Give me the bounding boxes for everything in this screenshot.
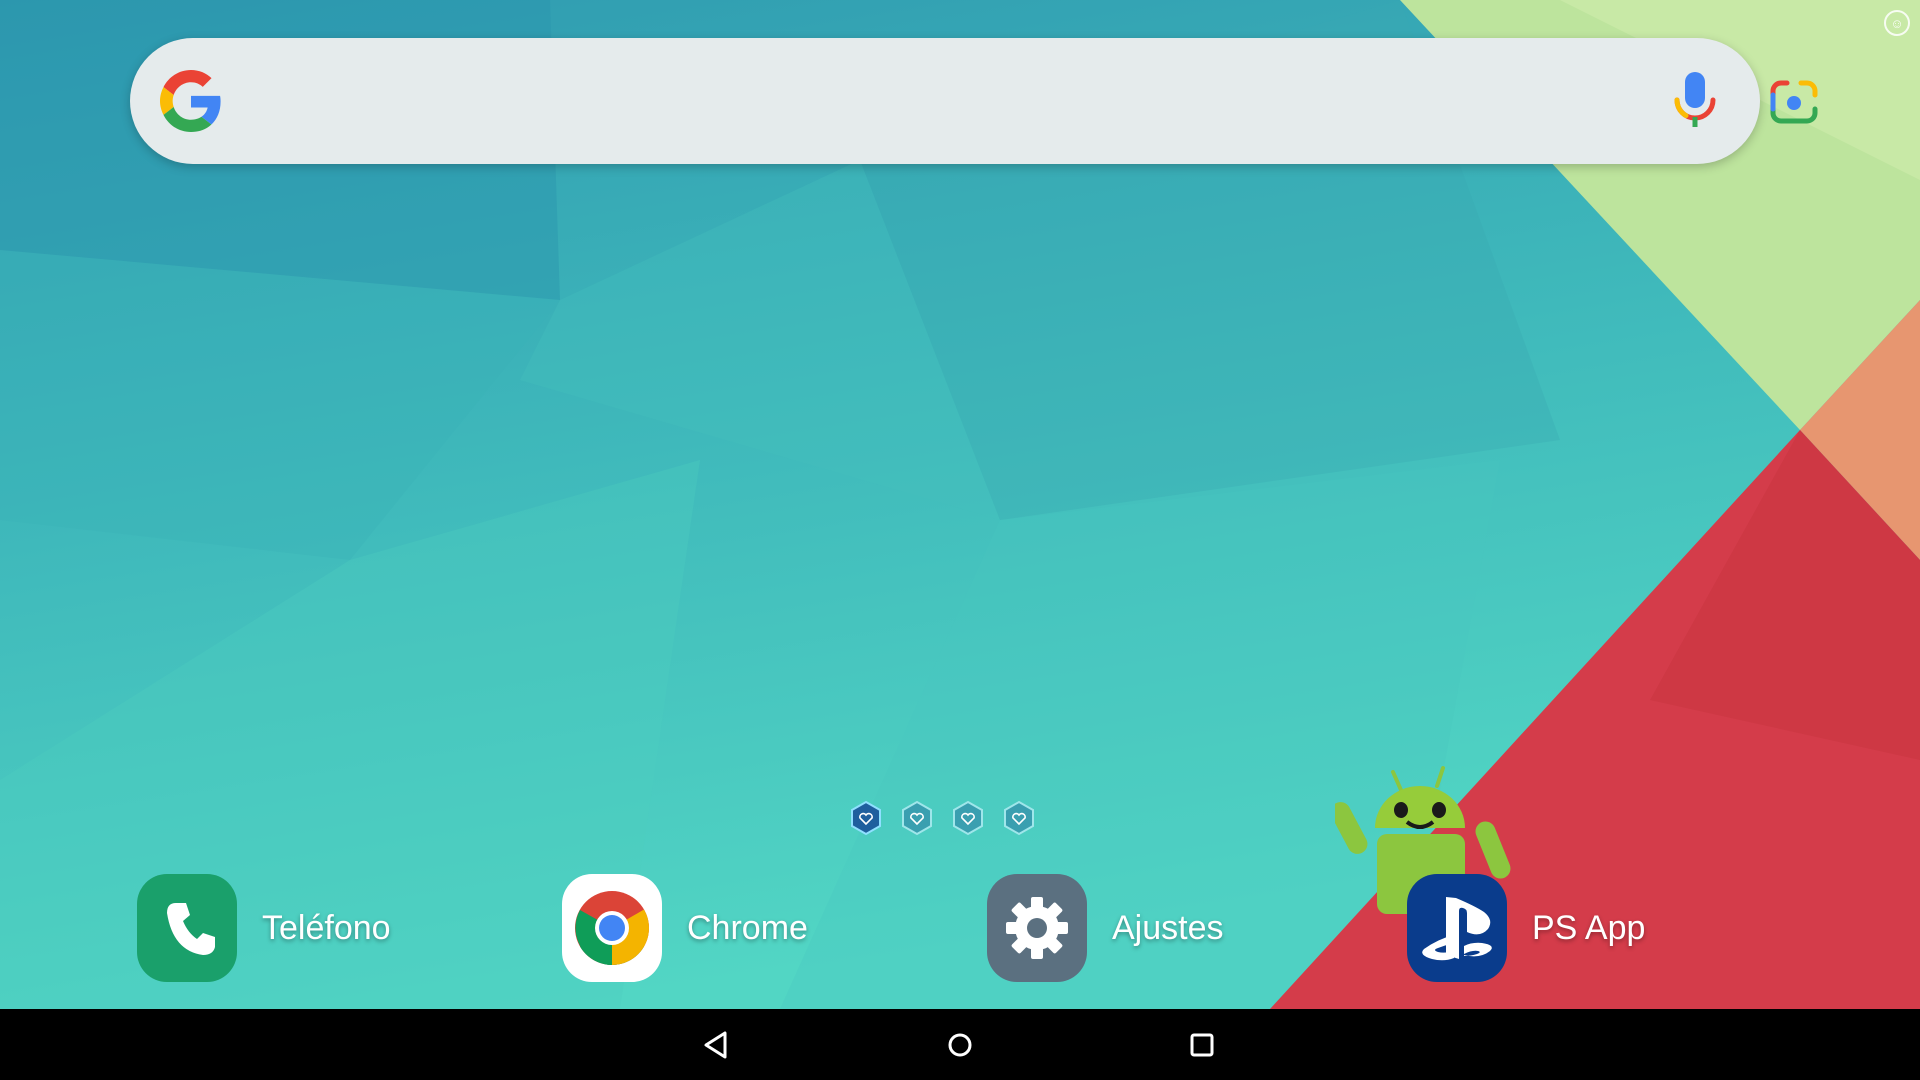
page-indicator bbox=[848, 800, 1037, 836]
notification-status-icon: ☺ bbox=[1884, 10, 1910, 36]
app-label: PS App bbox=[1532, 908, 1646, 947]
home-screen: ☺ Teléfono Chrome Ajustes PS App bbox=[0, 0, 1920, 1009]
navigation-bar bbox=[0, 1009, 1920, 1080]
app-label: Teléfono bbox=[262, 908, 391, 947]
phone-icon bbox=[136, 873, 238, 983]
microphone-icon[interactable] bbox=[1670, 70, 1720, 134]
chrome-icon bbox=[561, 873, 663, 983]
app-label: Ajustes bbox=[1112, 908, 1224, 947]
playstation-icon bbox=[1406, 873, 1508, 983]
page-dot-active[interactable] bbox=[848, 800, 884, 836]
recents-icon[interactable] bbox=[1180, 1023, 1224, 1067]
google-lens-icon[interactable] bbox=[1767, 77, 1821, 127]
google-g-icon bbox=[160, 70, 221, 132]
back-icon[interactable] bbox=[694, 1023, 738, 1067]
app-telefono[interactable]: Teléfono bbox=[136, 872, 391, 984]
google-search-bar[interactable] bbox=[130, 38, 1818, 164]
app-ajustes[interactable]: Ajustes bbox=[986, 872, 1224, 984]
page-dot[interactable] bbox=[899, 800, 935, 836]
app-ps-app[interactable]: PS App bbox=[1406, 872, 1645, 984]
page-dot[interactable] bbox=[1001, 800, 1037, 836]
app-chrome[interactable]: Chrome bbox=[561, 872, 808, 984]
page-dot[interactable] bbox=[950, 800, 986, 836]
app-label: Chrome bbox=[687, 908, 808, 947]
settings-gear-icon bbox=[986, 873, 1088, 983]
home-icon[interactable] bbox=[938, 1023, 982, 1067]
